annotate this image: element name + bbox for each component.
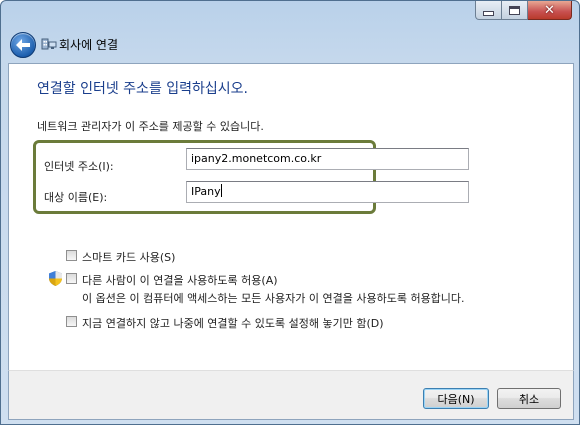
allow-others-label[interactable]: 다른 사람이 이 연결을 사용하도록 허용(A) bbox=[82, 272, 278, 288]
minimize-button[interactable] bbox=[475, 1, 502, 20]
back-arrow-icon bbox=[16, 39, 30, 51]
smart-card-label[interactable]: 스마트 카드 사용(S) bbox=[82, 249, 175, 265]
caption-buttons: ✕ bbox=[475, 1, 572, 20]
destination-name-value: IPany bbox=[191, 185, 221, 198]
internet-address-input[interactable]: ipany2.monetcom.co.kr bbox=[186, 148, 469, 170]
connect-later-checkbox[interactable] bbox=[66, 316, 77, 327]
internet-address-value: ipany2.monetcom.co.kr bbox=[191, 152, 322, 165]
back-button[interactable] bbox=[10, 32, 36, 58]
main-instruction: 연결할 인터넷 주소를 입력하십시오. bbox=[37, 81, 248, 97]
window-title: 회사에 연결 bbox=[59, 38, 119, 52]
allow-others-checkbox[interactable] bbox=[66, 273, 77, 284]
admin-note: 네트워크 관리자가 이 주소를 제공할 수 있습니다. bbox=[37, 120, 264, 133]
connect-later-label[interactable]: 지금 연결하지 않고 나중에 연결할 수 있도록 설정해 놓기만 함(D) bbox=[82, 315, 384, 331]
close-icon: ✕ bbox=[544, 2, 555, 18]
uac-shield-icon bbox=[49, 271, 62, 286]
next-button[interactable]: 다음(N) bbox=[423, 388, 489, 409]
text-caret bbox=[220, 184, 222, 197]
smart-card-checkbox[interactable] bbox=[66, 250, 77, 261]
destination-name-label: 대상 이름(E): bbox=[44, 191, 108, 204]
close-button[interactable]: ✕ bbox=[528, 1, 572, 20]
network-workplace-icon bbox=[41, 38, 57, 50]
allow-others-description: 이 옵션은 이 컴퓨터에 액세스하는 모든 사용자가 이 연결을 사용하도록 허… bbox=[82, 292, 465, 305]
maximize-icon bbox=[509, 5, 520, 15]
maximize-button[interactable] bbox=[502, 1, 528, 20]
destination-name-input[interactable]: IPany bbox=[186, 181, 469, 203]
footer-panel bbox=[8, 370, 574, 420]
minimize-icon bbox=[483, 10, 494, 16]
cancel-button[interactable]: 취소 bbox=[497, 388, 561, 409]
internet-address-label: 인터넷 주소(I): bbox=[44, 160, 114, 173]
